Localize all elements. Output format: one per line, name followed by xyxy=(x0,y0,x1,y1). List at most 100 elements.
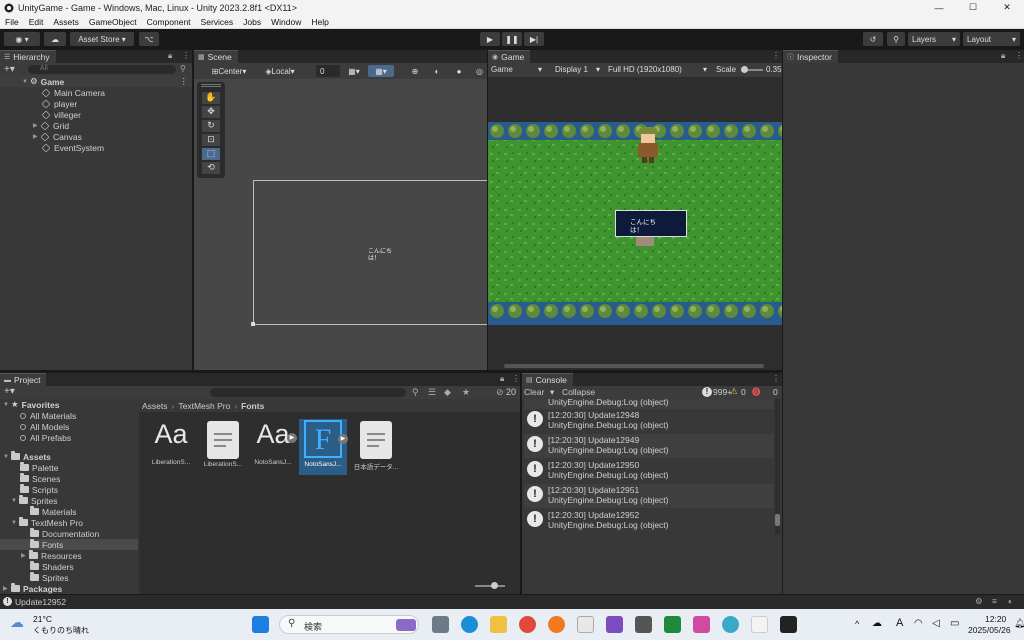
tab-console[interactable]: ▤ Console xyxy=(522,373,573,386)
breadcrumb-assets[interactable]: Assets xyxy=(142,401,168,411)
file-explorer-icon[interactable] xyxy=(490,616,507,633)
rect-handle[interactable] xyxy=(251,322,255,326)
space-dropdown[interactable]: ◈ Local ▾ xyxy=(257,65,303,77)
taskbar-search-input[interactable]: ⚲ 検索 xyxy=(279,615,419,634)
tree-all-materials[interactable]: All Materials xyxy=(20,410,76,421)
console-row[interactable]: ! [12:20:30] Update12948 UnityEngine.Debug… xyxy=(524,409,774,433)
version-control-icon[interactable]: ⌥ xyxy=(139,32,159,46)
tree-shaders[interactable]: Shaders xyxy=(30,561,74,572)
scene-search-icon[interactable]: ⚲ xyxy=(180,64,186,73)
console-row[interactable]: ! [12:20:30] Update12952 UnityEngine.Debug… xyxy=(524,509,774,533)
start-icon[interactable] xyxy=(252,616,269,633)
hand-tool-icon[interactable]: ✋ xyxy=(202,92,220,104)
label-icon[interactable]: ◆ xyxy=(444,387,451,398)
transform-tool-icon[interactable]: ⟲ xyxy=(202,162,220,174)
move-tool-icon[interactable]: ✥ xyxy=(202,106,220,118)
tree-scripts[interactable]: Scripts xyxy=(20,484,58,495)
lighting-icon[interactable]: ● xyxy=(450,65,468,77)
project-search-input[interactable] xyxy=(210,388,406,397)
tree-documentation[interactable]: Documentation xyxy=(30,528,99,539)
search-icon[interactable]: ⚲ xyxy=(887,32,905,46)
error-icon[interactable]: ⓿ xyxy=(752,386,761,398)
hierarchy-item-main-camera[interactable]: Main Camera xyxy=(0,87,105,98)
resolution-dropdown[interactable]: Full HD (1920x1080) xyxy=(608,65,682,74)
step-button[interactable]: ▶| xyxy=(524,32,544,46)
task-view-icon[interactable] xyxy=(432,616,449,633)
menu-edit[interactable]: Edit xyxy=(24,17,49,27)
tab-hierarchy[interactable]: ☰ Hierarchy xyxy=(0,50,56,63)
game-mode-dropdown[interactable]: Game xyxy=(491,65,513,74)
grid-toggle-icon[interactable]: ▦▾ xyxy=(368,65,394,77)
display-dropdown[interactable]: Display 1 xyxy=(555,65,588,74)
visual-studio-icon[interactable] xyxy=(606,616,623,633)
notification-icon[interactable]: 🔔︎ xyxy=(1014,618,1024,629)
shading-icon[interactable]: ◐ xyxy=(428,65,446,77)
lock-icon[interactable]: 🔒︎ xyxy=(500,374,504,384)
tree-packages[interactable]: ▶ Packages xyxy=(0,583,62,594)
tab-project[interactable]: ▬ Project xyxy=(0,373,47,386)
console-row[interactable]: ! [12:20:30] Update12950 UnityEngine.Debug… xyxy=(524,459,774,483)
menu-help[interactable]: Help xyxy=(306,17,333,27)
more-icon[interactable]: ⋮ xyxy=(180,76,189,87)
lock-icon[interactable]: 🔒︎ xyxy=(1001,51,1005,61)
minimize-button[interactable]: — xyxy=(922,0,956,15)
more-icon[interactable]: ⋮ xyxy=(772,374,780,383)
add-icon[interactable]: +▾ xyxy=(4,386,15,397)
icon-size-slider[interactable] xyxy=(475,585,505,587)
menu-file[interactable]: File xyxy=(0,17,24,27)
scale-tool-icon[interactable]: ⊡ xyxy=(202,134,220,146)
file-item[interactable]: Aa LiberationS... xyxy=(147,419,195,475)
console-row[interactable]: ! [12:20:30] Update12949 UnityEngine.Debug… xyxy=(524,434,774,458)
onedrive-icon[interactable]: ☁ xyxy=(872,618,882,629)
rect-tool-icon[interactable]: ⬚ xyxy=(202,148,220,160)
clock-time[interactable]: 12:20 xyxy=(985,614,1006,624)
scale-slider-thumb[interactable] xyxy=(741,66,748,73)
clear-button[interactable]: Clear xyxy=(524,387,544,397)
fx-icon[interactable]: ◎ xyxy=(472,65,487,77)
collapse-button[interactable]: Collapse xyxy=(562,387,595,397)
tree-textmesh-pro[interactable]: ▼ TextMesh Pro xyxy=(11,517,83,528)
globe-app-icon[interactable] xyxy=(722,616,739,633)
file-item-selected[interactable]: F ▶ NotoSansJ... xyxy=(299,419,348,475)
eye-hidden-icon[interactable]: ⊘ xyxy=(496,387,504,398)
layout-dropdown[interactable]: Layout ▾ xyxy=(963,32,1020,46)
chrome-icon[interactable] xyxy=(519,616,536,633)
asset-store-button[interactable]: Asset Store ▾ xyxy=(70,32,134,46)
photos-icon[interactable] xyxy=(577,616,594,633)
copilot-icon[interactable] xyxy=(693,616,710,633)
more-icon[interactable]: ⋮ xyxy=(1015,51,1023,60)
console-row-partial[interactable]: UnityEngine.Debug:Log (object) xyxy=(524,399,774,409)
tree-favorites[interactable]: ▼ ★ Favorites xyxy=(0,399,59,410)
menu-services[interactable]: Services xyxy=(196,17,239,27)
tree-tmp-sprites[interactable]: Sprites xyxy=(30,572,68,583)
icon-size-slider-thumb[interactable] xyxy=(491,582,498,589)
clear-options-icon[interactable]: ▾ xyxy=(550,387,554,398)
edge-icon[interactable] xyxy=(461,616,478,633)
unity-hub-icon[interactable] xyxy=(635,616,652,633)
volume-icon[interactable]: ◁ xyxy=(932,618,940,629)
console-scrollbar-thumb[interactable] xyxy=(775,514,780,526)
store-icon[interactable] xyxy=(751,616,768,633)
hierarchy-item-grid[interactable]: ▶ Grid xyxy=(0,120,69,131)
close-button[interactable]: ✕ xyxy=(990,0,1024,15)
scene-view[interactable]: ✋ ✥ ↻ ⊡ ⬚ ⟲ こんにち は！ xyxy=(194,79,487,370)
expand-arrow-icon[interactable]: ▼ xyxy=(22,79,30,85)
tree-assets[interactable]: ▼ Assets xyxy=(0,451,51,462)
more-icon[interactable]: ⋮ xyxy=(512,374,520,383)
tree-sprites[interactable]: ▼ Sprites xyxy=(11,495,57,506)
more-icon[interactable]: ⋮ xyxy=(772,51,780,60)
unity-editor-icon[interactable] xyxy=(780,616,797,633)
tree-resources[interactable]: ▶ Resources xyxy=(21,550,82,561)
wifi-icon[interactable]: ◠ xyxy=(914,618,923,629)
pause-button[interactable]: ❚❚ xyxy=(502,32,522,46)
layers-dropdown[interactable]: Layers ▾ xyxy=(908,32,960,46)
snap-value-field[interactable]: 0 xyxy=(316,65,340,77)
progress-icon[interactable]: ≡ xyxy=(992,596,997,606)
more-icon[interactable]: ⋮ xyxy=(182,51,190,60)
menu-component[interactable]: Component xyxy=(142,17,196,27)
menu-gameobject[interactable]: GameObject xyxy=(84,17,142,27)
hierarchy-item-villeger[interactable]: villeger xyxy=(0,109,81,120)
filter-icon[interactable]: ☰ xyxy=(428,387,436,398)
menu-window[interactable]: Window xyxy=(266,17,306,27)
rotate-tool-icon[interactable]: ↻ xyxy=(202,120,220,132)
